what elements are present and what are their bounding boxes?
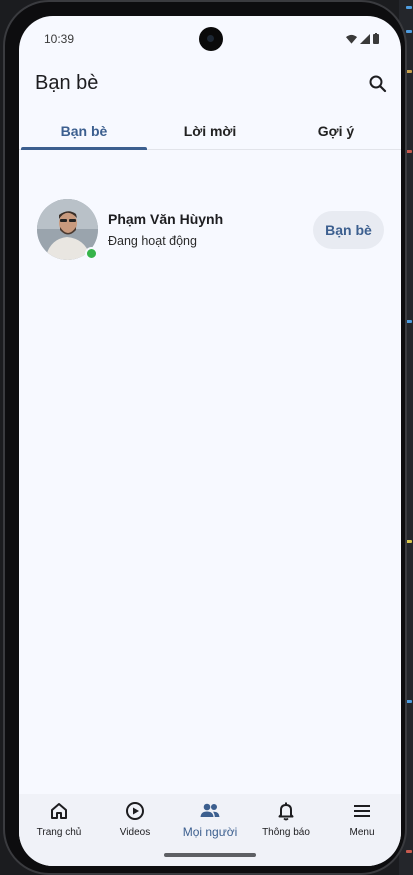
nav-label-notifications: Thông báo [262, 827, 310, 838]
people-icon [200, 803, 220, 817]
friend-name: Phạm Văn Hùynh [108, 211, 224, 227]
nav-item-home[interactable]: Trang chủ [21, 800, 97, 844]
tab-bar: Bạn bè Lời mời Gợi ý [19, 112, 401, 150]
system-icons [346, 33, 379, 44]
play-circle-icon [126, 802, 144, 820]
nav-label-videos: Videos [119, 827, 151, 838]
status-bar: 10:39 [19, 16, 401, 62]
page-title: Bạn bè [35, 72, 99, 94]
front-camera [199, 27, 223, 51]
active-tab-indicator [21, 147, 147, 150]
app-screen: 10:39 Bạn bè Bạn bè Lời mời Gợi ý Phạm V… [19, 16, 401, 866]
home-gesture-bar[interactable] [164, 853, 256, 857]
tab-requests[interactable]: Lời mời [147, 112, 273, 150]
nav-label-people: Mọi người [182, 825, 238, 839]
nav-item-notifications[interactable]: Thông báo [248, 800, 324, 844]
tab-suggestions[interactable]: Gợi ý [273, 112, 399, 150]
nav-label-menu: Menu [349, 827, 375, 838]
battery-icon [373, 33, 379, 44]
home-icon [51, 803, 67, 819]
friend-status-button[interactable]: Bạn bè [313, 211, 384, 249]
online-status-dot [85, 247, 98, 260]
nav-item-people[interactable]: Mọi người [172, 800, 248, 844]
code-fragment [406, 850, 412, 853]
bell-icon [278, 802, 294, 821]
nav-label-home: Trang chủ [36, 827, 82, 838]
cellular-signal-icon [360, 33, 370, 44]
phone-frame: 10:39 Bạn bè Bạn bè Lời mời Gợi ý Phạm V… [3, 0, 407, 875]
wifi-icon [346, 34, 357, 44]
nav-item-menu[interactable]: Menu [324, 800, 400, 844]
search-button[interactable] [367, 73, 389, 95]
search-icon [369, 75, 387, 93]
code-fragment [406, 6, 412, 9]
nav-item-videos[interactable]: Videos [97, 800, 173, 844]
friend-list-item[interactable]: Phạm Văn Hùynh Đang hoạt động Bạn bè [37, 199, 385, 263]
code-fragment [406, 30, 412, 33]
friend-status: Đang hoạt động [108, 234, 197, 248]
tab-friends[interactable]: Bạn bè [21, 112, 147, 150]
status-time: 10:39 [44, 32, 75, 46]
menu-icon [354, 805, 370, 817]
